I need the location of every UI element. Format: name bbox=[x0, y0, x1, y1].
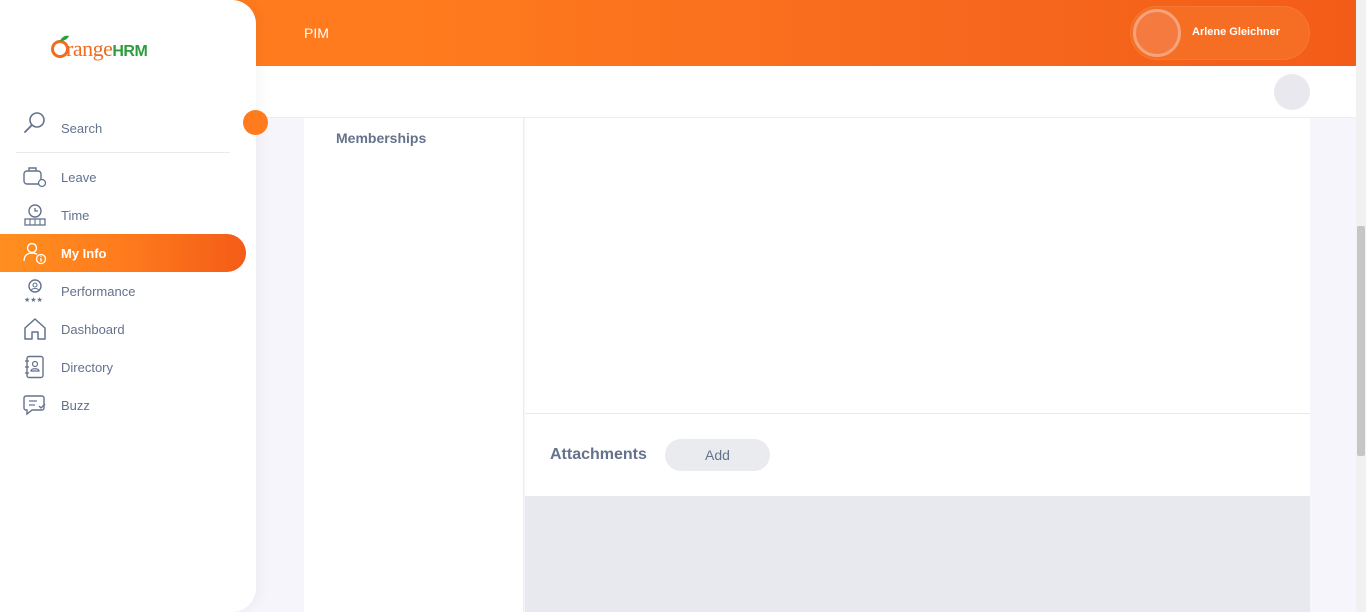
user-dropdown[interactable]: Arlene Gleichner bbox=[1130, 6, 1310, 60]
avatar bbox=[1133, 9, 1181, 57]
sidebar-item-label: Directory bbox=[61, 360, 114, 375]
sidebar-item-label: Performance bbox=[61, 284, 136, 299]
attachments-title: Attachments bbox=[550, 446, 647, 463]
sidebar: rangeHRM Search Leave Time My Info ★★★ P… bbox=[0, 0, 256, 612]
divider bbox=[525, 413, 1310, 414]
sidebar-item-directory[interactable]: Directory bbox=[0, 348, 246, 386]
page-title: PIM bbox=[304, 25, 329, 41]
sidebar-item-label: Dashboard bbox=[61, 322, 125, 337]
logo-text: rangeHRM bbox=[66, 36, 148, 61]
my-info-icon bbox=[23, 242, 47, 265]
scrollbar-thumb[interactable] bbox=[1357, 226, 1365, 456]
sidebar-item-label: Leave bbox=[61, 170, 97, 185]
sidebar-search[interactable]: Search bbox=[16, 105, 230, 153]
user-name: Arlene Gleichner bbox=[1192, 26, 1281, 38]
sidebar-item-time[interactable]: Time bbox=[0, 196, 246, 234]
sidebar-collapse-button[interactable] bbox=[243, 110, 268, 135]
sub-header bbox=[256, 66, 1356, 118]
performance-icon: ★★★ bbox=[24, 279, 43, 303]
home-icon bbox=[24, 318, 46, 340]
leave-icon bbox=[23, 167, 47, 188]
help-button[interactable] bbox=[1274, 74, 1310, 110]
orangehrm-logo[interactable]: rangeHRM bbox=[50, 33, 170, 67]
sidebar-item-label: Time bbox=[61, 208, 90, 223]
buzz-icon bbox=[23, 395, 46, 416]
time-icon bbox=[24, 204, 46, 226]
directory-icon bbox=[25, 355, 44, 379]
sidebar-item-label: Buzz bbox=[61, 398, 90, 413]
attachments-area bbox=[525, 496, 1310, 612]
svg-text:★★★: ★★★ bbox=[24, 296, 43, 303]
tab-memberships[interactable]: Memberships bbox=[336, 130, 426, 146]
sidebar-item-performance[interactable]: ★★★ Performance bbox=[0, 272, 246, 310]
sidebar-item-label: My Info bbox=[61, 246, 107, 261]
search-icon bbox=[24, 112, 45, 133]
add-attachment-button[interactable]: Add bbox=[665, 439, 770, 471]
sidebar-item-dashboard[interactable]: Dashboard bbox=[0, 310, 246, 348]
employee-tabs-panel: Memberships bbox=[304, 118, 524, 612]
sidebar-search-label: Search bbox=[61, 121, 103, 136]
sidebar-item-buzz[interactable]: Buzz bbox=[0, 386, 246, 424]
details-panel: Attachments Add bbox=[525, 118, 1310, 496]
sidebar-item-leave[interactable]: Leave bbox=[0, 158, 246, 196]
sidebar-item-my-info[interactable]: My Info bbox=[0, 234, 246, 272]
